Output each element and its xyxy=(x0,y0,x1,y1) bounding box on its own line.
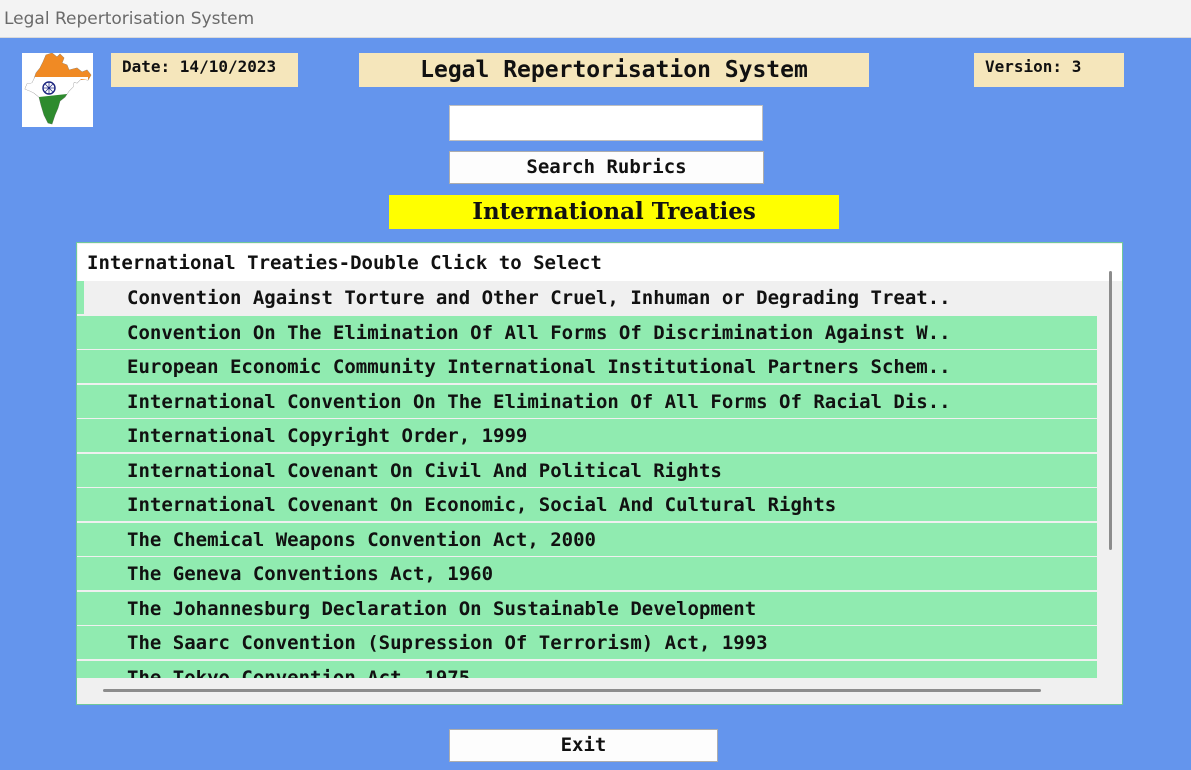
list-item[interactable]: International Copyright Order, 1999 xyxy=(77,419,1097,452)
treaties-listbox[interactable]: International Treaties-Double Click to S… xyxy=(76,242,1123,705)
exit-button[interactable]: Exit xyxy=(449,729,718,762)
list-header: International Treaties-Double Click to S… xyxy=(78,244,1122,281)
list-item[interactable]: European Economic Community Internationa… xyxy=(77,350,1097,383)
list-item[interactable]: International Covenant On Economic, Soci… xyxy=(77,488,1097,521)
search-input[interactable] xyxy=(449,105,763,141)
section-title: International Treaties xyxy=(389,195,839,229)
list-item[interactable]: The Saarc Convention (Supression Of Terr… xyxy=(77,626,1097,659)
list-item[interactable]: International Covenant On Civil And Poli… xyxy=(77,453,1097,487)
india-map-flag-icon xyxy=(22,53,93,127)
window-titlebar[interactable]: Legal Repertorisation System xyxy=(0,0,1191,38)
list-item[interactable]: Convention On The Elimination Of All For… xyxy=(77,315,1097,349)
window-title: Legal Repertorisation System xyxy=(4,9,255,29)
list-item[interactable]: The Geneva Conventions Act, 1960 xyxy=(77,557,1097,590)
list-item[interactable]: International Convention On The Eliminat… xyxy=(77,384,1097,418)
vertical-scrollbar[interactable] xyxy=(1109,271,1112,550)
date-label: Date: 14/10/2023 xyxy=(111,53,298,87)
search-rubrics-button[interactable]: Search Rubrics xyxy=(449,151,764,184)
list-item[interactable]: The Chemical Weapons Convention Act, 200… xyxy=(77,522,1097,556)
list-viewport: Convention Against Torture and Other Cru… xyxy=(77,281,1097,678)
list-item[interactable]: The Johannesburg Declaration On Sustaina… xyxy=(77,591,1097,625)
app-title: Legal Repertorisation System xyxy=(359,53,869,87)
list-item[interactable]: The Tokyo Convention Act, 1975 xyxy=(77,660,1097,678)
list-item[interactable]: Convention Against Torture and Other Cru… xyxy=(77,281,1097,314)
horizontal-scrollbar[interactable] xyxy=(103,689,1041,692)
version-label: Version: 3 xyxy=(974,53,1124,87)
